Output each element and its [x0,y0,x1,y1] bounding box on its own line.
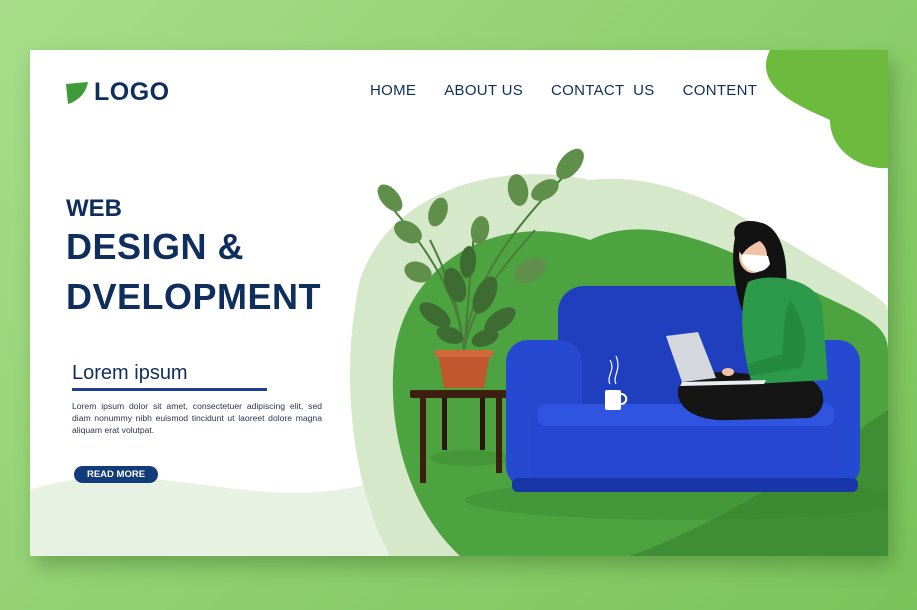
side-table [410,390,510,483]
landing-page-card: LOGO HOME ABOUT US CONTACT US CONTENT WE… [30,50,888,556]
illustration [377,148,888,520]
sofa [465,286,888,520]
